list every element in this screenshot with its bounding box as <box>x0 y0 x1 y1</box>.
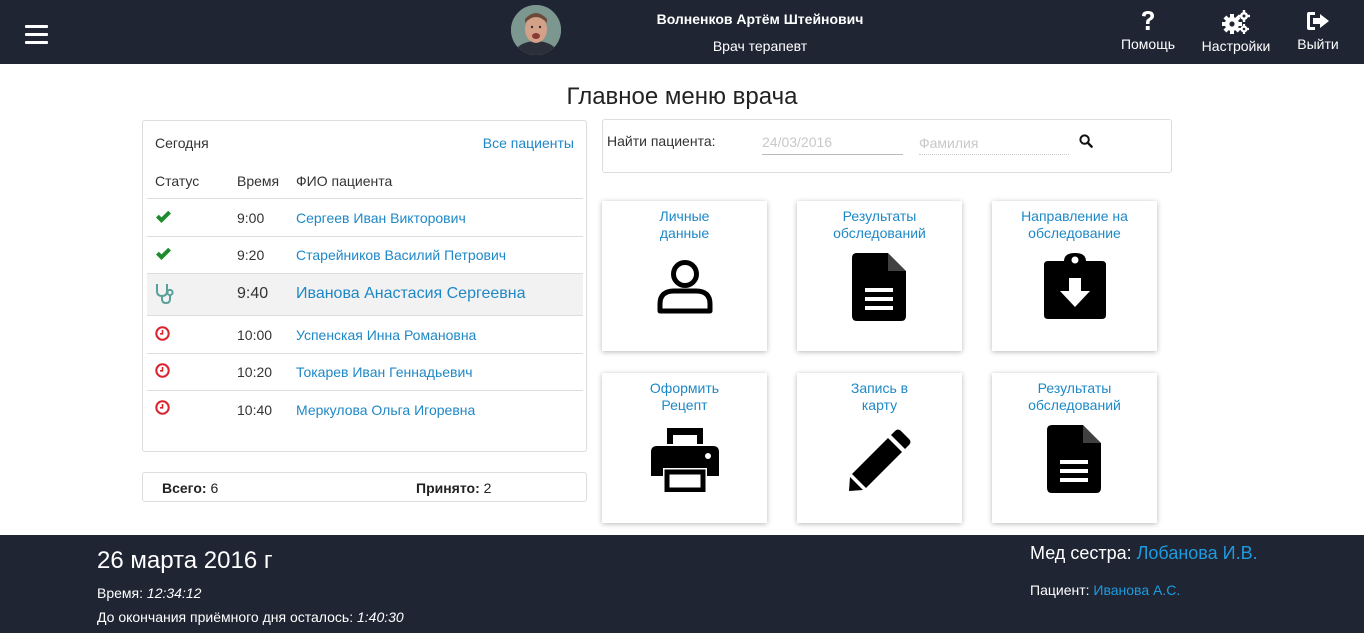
current-patient: Пациент: Иванова А.С. <box>1030 582 1181 598</box>
row-time: 10:20 <box>237 364 273 380</box>
row-patient-name[interactable]: Старейников Василий Петрович <box>296 247 506 263</box>
column-name: ФИО пациента <box>296 173 393 189</box>
column-status: Статус <box>155 173 200 189</box>
tile-label: Направление на обследование <box>1021 208 1128 241</box>
exam-results-tile[interactable]: Результаты обследований <box>797 201 962 351</box>
today-label: Сегодня <box>155 135 209 151</box>
date-input[interactable] <box>762 129 903 155</box>
table-row[interactable]: 9:00 Сергеев Иван Викторович <box>147 199 583 237</box>
table-row[interactable]: 10:20 Токарев Иван Геннадьевич <box>147 354 583 391</box>
document-icon <box>797 253 962 323</box>
patients-panel: Сегодня Все пациенты Статус Время ФИО па… <box>142 120 587 452</box>
person-icon <box>602 258 767 328</box>
printer-icon <box>602 428 767 498</box>
sign-out-icon <box>1307 12 1329 30</box>
clock-icon <box>155 400 170 418</box>
row-patient-name[interactable]: Меркулова Ольга Игоревна <box>296 402 475 418</box>
clipboard-download-icon <box>992 253 1157 323</box>
row-time: 10:40 <box>237 402 273 418</box>
top-bar: Волненков Артём Штейнович Врач терапевт … <box>0 0 1364 64</box>
current-date: 26 марта 2016 г <box>97 547 273 574</box>
row-time: 10:00 <box>237 327 273 343</box>
doctor-name: Волненков Артём Штейнович <box>656 11 864 27</box>
total-count: Всего: 6 <box>162 480 219 496</box>
row-time: 9:20 <box>237 247 265 263</box>
personal-data-tile[interactable]: Личные данные <box>602 201 767 351</box>
search-label: Найти пациента: <box>607 133 716 149</box>
doctor-role: Врач терапевт <box>712 38 808 54</box>
current-patient-name[interactable]: Иванова А.С. <box>1093 582 1180 598</box>
accepted-count: Принято: 2 <box>416 480 492 496</box>
nurse-info: Мед сестра: Лобанова И.В. <box>1030 543 1258 563</box>
settings-label: Настройки <box>1201 38 1271 54</box>
row-patient-name[interactable]: Сергеев Иван Викторович <box>296 210 466 226</box>
column-time: Время <box>237 173 280 189</box>
tile-label: Результаты обследований <box>833 208 926 241</box>
summary-bar: Всего: 6 Принято: 2 <box>142 472 587 502</box>
prescription-tile[interactable]: Оформить Рецепт <box>602 373 767 523</box>
question-icon <box>1142 11 1154 30</box>
card-entry-tile[interactable]: Запись в карту <box>797 373 962 523</box>
check-icon <box>155 210 172 227</box>
tile-label: Личные данные <box>659 208 710 241</box>
surname-input[interactable] <box>919 131 1069 155</box>
table-header: Статус Время ФИО пациента <box>147 163 583 199</box>
document-icon <box>992 425 1157 495</box>
table-row[interactable]: 10:40 Меркулова Ольга Игоревна <box>147 391 583 429</box>
search-icon[interactable] <box>1079 134 1095 150</box>
row-time: 9:00 <box>237 210 265 226</box>
footer: 26 марта 2016 г Время: 12:34:12 До оконч… <box>0 535 1364 633</box>
current-time: Время: 12:34:12 <box>97 585 202 601</box>
patient-search: Найти пациента: <box>602 119 1172 173</box>
help-label: Помощь <box>1120 36 1176 52</box>
exit-label: Выйти <box>1297 36 1339 52</box>
menu-icon[interactable] <box>25 25 48 45</box>
help-button[interactable]: Помощь <box>1112 10 1184 52</box>
check-icon <box>155 247 172 264</box>
table-row[interactable]: 10:00 Успенская Инна Романовна <box>147 316 583 354</box>
stethoscope-icon <box>155 283 175 310</box>
exam-results-tile-2[interactable]: Результаты обследований <box>992 373 1157 523</box>
avatar <box>511 5 561 55</box>
table-row[interactable]: 9:20 Старейников Василий Петрович <box>147 237 583 274</box>
clock-icon <box>155 326 170 344</box>
row-patient-name[interactable]: Токарев Иван Геннадьевич <box>296 364 473 380</box>
row-time: 9:40 <box>237 285 269 302</box>
row-patient-name[interactable]: Иванова Анастасия Сергеевна <box>296 285 525 303</box>
page-title: Главное меню врача <box>566 83 798 110</box>
all-patients-link[interactable]: Все пациенты <box>483 135 574 151</box>
nurse-name[interactable]: Лобанова И.В. <box>1137 543 1258 563</box>
time-remaining: До окончания приёмного дня осталось: 1:4… <box>97 609 404 625</box>
clock-icon <box>155 363 170 381</box>
exit-button[interactable]: Выйти <box>1288 10 1348 52</box>
tile-label: Запись в карту <box>850 380 909 413</box>
gears-icon <box>1222 10 1250 34</box>
referral-tile[interactable]: Направление на обследование <box>992 201 1157 351</box>
pencil-icon <box>797 429 962 499</box>
tile-label: Результаты обследований <box>1028 380 1121 413</box>
table-row-active[interactable]: 9:40 Иванова Анастасия Сергеевна <box>147 274 583 316</box>
tile-label: Оформить Рецепт <box>649 380 720 413</box>
settings-button[interactable]: Настройки <box>1196 10 1276 54</box>
row-patient-name[interactable]: Успенская Инна Романовна <box>296 327 476 343</box>
